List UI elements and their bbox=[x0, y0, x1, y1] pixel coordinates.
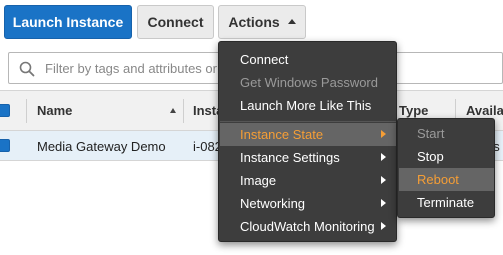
menu-item-image[interactable]: Image bbox=[220, 169, 396, 192]
actions-button[interactable]: Actions bbox=[218, 5, 306, 39]
submenu-item-label: Reboot bbox=[417, 172, 459, 187]
column-divider bbox=[26, 99, 27, 123]
select-all-cell[interactable] bbox=[0, 91, 14, 130]
submenu-item-terminate[interactable]: Terminate bbox=[399, 191, 494, 214]
menu-item-label: Launch More Like This bbox=[240, 98, 372, 113]
menu-item-networking[interactable]: Networking bbox=[220, 192, 396, 215]
chevron-right-icon bbox=[381, 130, 386, 138]
submenu-item-label: Stop bbox=[417, 149, 444, 164]
connect-button[interactable]: Connect bbox=[137, 5, 214, 39]
instance-name-cell: Media Gateway Demo bbox=[37, 138, 166, 154]
chevron-right-icon bbox=[381, 222, 386, 230]
submenu-item-reboot[interactable]: Reboot bbox=[399, 168, 494, 191]
column-header-availability-label: Availa bbox=[466, 103, 503, 118]
menu-item-get-windows-password: Get Windows Password bbox=[220, 71, 396, 94]
menu-item-label: Image bbox=[240, 173, 277, 188]
connect-label: Connect bbox=[147, 14, 204, 30]
menu-item-instance-state[interactable]: Instance State bbox=[220, 123, 396, 146]
actions-label: Actions bbox=[228, 14, 280, 30]
menu-item-cloudwatch-monitoring[interactable]: CloudWatch Monitoring bbox=[220, 215, 396, 238]
caret-up-icon bbox=[287, 18, 296, 24]
menu-item-label: CloudWatch Monitoring bbox=[240, 219, 375, 234]
instance-state-submenu: Start Stop Reboot Terminate bbox=[397, 118, 495, 218]
chevron-right-icon bbox=[381, 199, 386, 207]
launch-instance-button[interactable]: Launch Instance bbox=[4, 5, 132, 39]
submenu-item-label: Terminate bbox=[417, 195, 475, 210]
submenu-item-stop[interactable]: Stop bbox=[399, 145, 494, 168]
menu-item-launch-more-like-this[interactable]: Launch More Like This bbox=[220, 94, 396, 117]
menu-item-label: Networking bbox=[240, 196, 306, 211]
row-select-cell[interactable] bbox=[0, 131, 14, 161]
launch-instance-label: Launch Instance bbox=[12, 14, 124, 30]
column-header-name-label: Name bbox=[37, 103, 73, 118]
menu-item-label: Instance Settings bbox=[240, 150, 340, 165]
column-header-name[interactable]: Name bbox=[37, 91, 187, 130]
submenu-item-start: Start bbox=[399, 122, 494, 145]
select-all-checkbox[interactable] bbox=[0, 104, 10, 117]
menu-item-label: Instance State bbox=[240, 127, 324, 142]
search-icon bbox=[19, 61, 35, 77]
sort-ascending-icon[interactable] bbox=[170, 108, 176, 113]
row-checkbox[interactable] bbox=[0, 139, 10, 152]
menu-item-label: Get Windows Password bbox=[240, 75, 378, 90]
menu-item-label: Connect bbox=[240, 52, 289, 67]
menu-item-connect[interactable]: Connect bbox=[220, 48, 396, 71]
actions-dropdown-menu: Connect Get Windows Password Launch More… bbox=[218, 41, 397, 242]
submenu-item-label: Start bbox=[417, 126, 445, 141]
chevron-right-icon bbox=[381, 153, 386, 161]
chevron-right-icon bbox=[381, 176, 386, 184]
menu-item-instance-settings[interactable]: Instance Settings bbox=[220, 146, 396, 169]
column-header-type-label: Type bbox=[399, 103, 429, 118]
column-divider bbox=[183, 99, 184, 123]
menu-divider bbox=[220, 121, 396, 122]
ec2-console: Launch Instance Connect Actions Name Ins… bbox=[0, 0, 503, 255]
